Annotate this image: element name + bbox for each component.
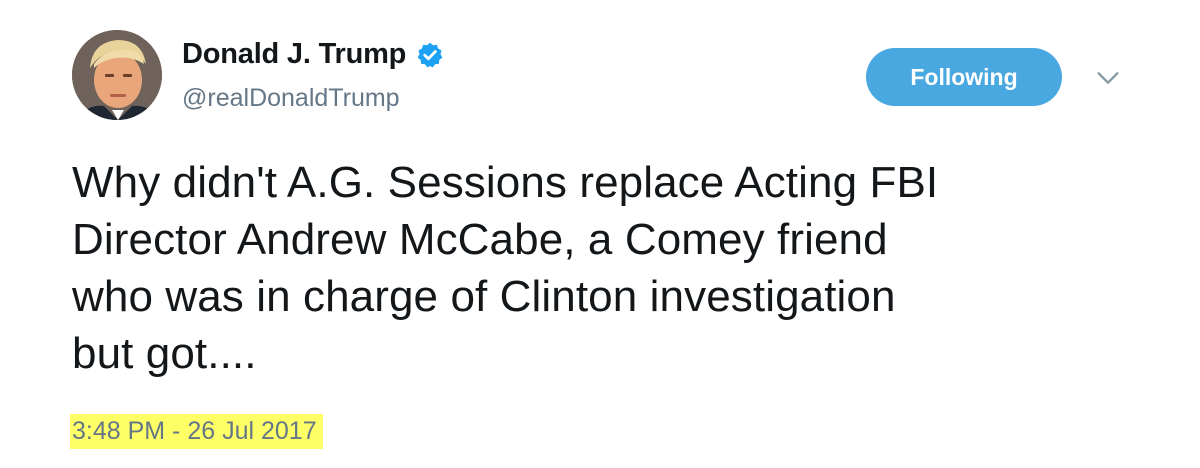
- tweet-text-line: Why didn't A.G. Sessions replace Acting …: [72, 158, 939, 207]
- avatar-image: [72, 30, 162, 120]
- tweet-card: Donald J. Trump @realDonaldTrump Followi…: [0, 0, 1200, 468]
- tweet-timestamp[interactable]: 3:48 PM - 26 Jul 2017: [70, 414, 323, 449]
- user-handle[interactable]: @realDonaldTrump: [182, 84, 400, 113]
- tweet-text-line: who was in charge of Clinton investigati…: [72, 272, 896, 321]
- following-button[interactable]: Following: [866, 48, 1062, 106]
- display-name[interactable]: Donald J. Trump: [182, 38, 406, 71]
- display-name-row[interactable]: Donald J. Trump: [182, 38, 444, 71]
- chevron-down-icon[interactable]: [1094, 64, 1122, 92]
- verified-badge-icon: [417, 42, 443, 67]
- tweet-text-line: but got....: [72, 329, 257, 378]
- tweet-text-line: Director Andrew McCabe, a Comey friend: [72, 215, 888, 264]
- profile-avatar[interactable]: [72, 30, 162, 120]
- tweet-text: Why didn't A.G. Sessions replace Acting …: [72, 154, 1152, 382]
